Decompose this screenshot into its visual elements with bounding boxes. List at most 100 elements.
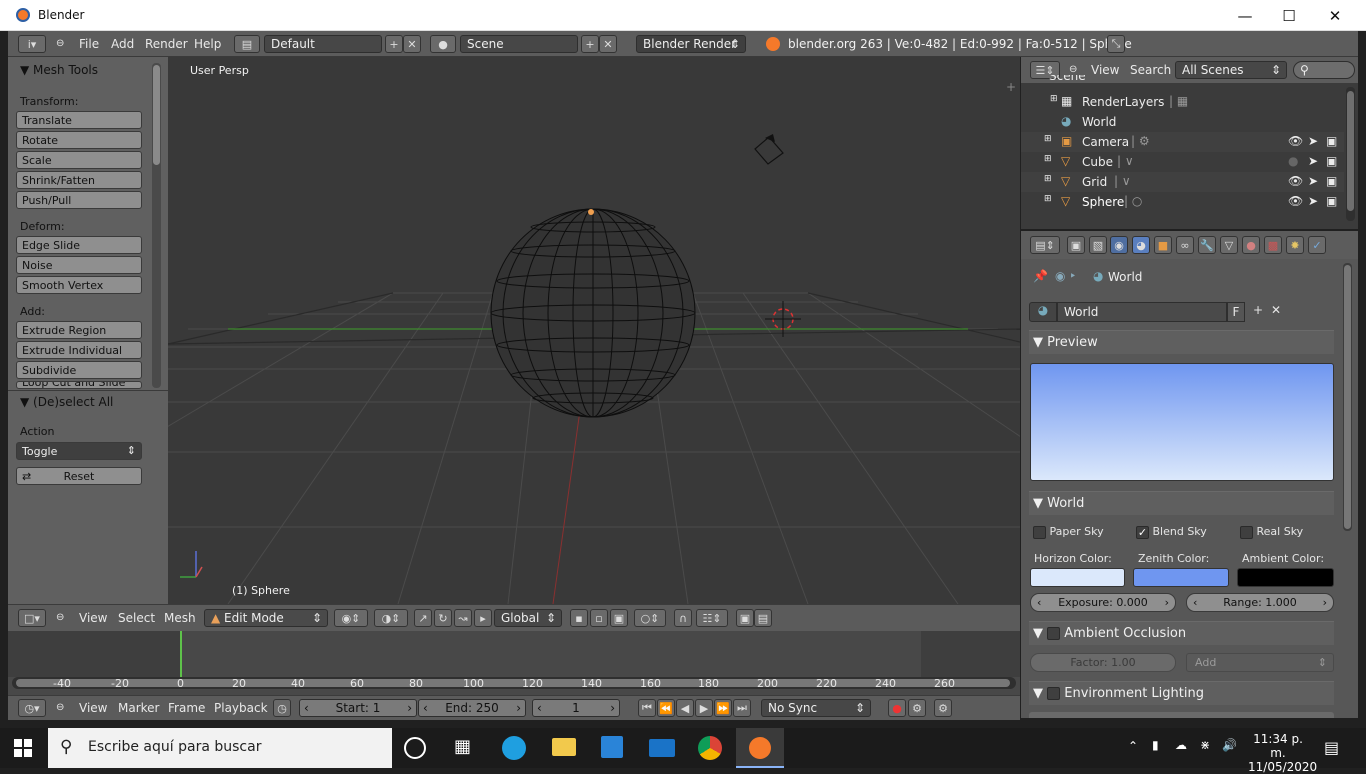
real-sky-checkbox[interactable]: Real Sky xyxy=(1240,525,1303,539)
selectable-arrow-icon[interactable]: ➤ xyxy=(1308,194,1318,208)
menu-mesh[interactable]: Mesh xyxy=(164,611,196,625)
extrude-region-button[interactable]: Extrude Region xyxy=(16,321,142,339)
tool-shelf-scrollbar[interactable] xyxy=(152,63,161,388)
vertex-select-icon[interactable]: ▪ xyxy=(570,609,588,627)
rotate-manipulator-icon[interactable]: ↻ xyxy=(434,609,452,627)
snap-element-icon[interactable]: ☷⇕ xyxy=(696,609,728,627)
file-explorer-icon[interactable] xyxy=(552,738,576,756)
menu-view[interactable]: View xyxy=(79,701,107,715)
preview-range-icon[interactable]: ◷ xyxy=(273,699,291,717)
scene-root-row[interactable]: Scene xyxy=(1021,75,1344,85)
selectable-arrow-icon[interactable]: ➤ xyxy=(1308,154,1318,168)
viewport-corner-plus-icon[interactable]: + xyxy=(1006,80,1016,94)
end-frame-field[interactable]: ‹ End: 250 › xyxy=(418,699,526,717)
world-tab-icon[interactable]: ◕ xyxy=(1132,236,1150,254)
ao-panel-header[interactable]: ▼ Ambient Occlusion xyxy=(1029,621,1334,645)
menu-marker[interactable]: Marker xyxy=(118,701,159,715)
properties-scrollbar[interactable] xyxy=(1343,263,1352,531)
selectable-arrow-icon[interactable]: ➤ xyxy=(1308,174,1318,188)
translate-button[interactable]: Translate xyxy=(16,111,142,129)
render-anim-icon[interactable]: ▤ xyxy=(754,609,772,627)
renderable-camera-icon[interactable]: ▣ xyxy=(1326,154,1337,168)
outliner-row-sphere[interactable]: ⊞ ▽ Sphere | ○ 👁 ➤ ▣ xyxy=(1021,192,1344,212)
auto-key-icon[interactable]: ⚙ xyxy=(934,699,952,717)
ao-blend-select[interactable]: Add ⇕ xyxy=(1186,653,1334,672)
remove-scene-icon[interactable]: ✕ xyxy=(599,35,617,53)
screen-layout-icon[interactable]: ▤ xyxy=(234,35,260,53)
chrome-icon[interactable] xyxy=(698,736,722,760)
expand-icon[interactable]: ⊞ xyxy=(1044,194,1052,204)
face-select-icon[interactable]: ▣ xyxy=(610,609,628,627)
world-name-field[interactable]: World xyxy=(1057,302,1227,322)
screen-layout-field[interactable]: Default xyxy=(264,35,382,53)
exposure-slider[interactable]: ‹ Exposure: 0.000 › xyxy=(1030,593,1176,612)
expand-icon[interactable]: ⊞ xyxy=(1050,94,1058,104)
scene-icon[interactable]: ● xyxy=(430,35,456,53)
outliner-row-renderlayers[interactable]: ⊞ ▦ RenderLayers | ▦ xyxy=(1021,92,1344,112)
timeline[interactable]: -40 -20 0 20 40 60 80 100 120 140 160 18… xyxy=(8,631,1020,695)
edge-icon[interactable] xyxy=(502,736,526,760)
push-pull-button[interactable]: Push/Pull xyxy=(16,191,142,209)
edge-slide-button[interactable]: Edge Slide xyxy=(16,236,142,254)
renderable-camera-icon[interactable]: ▣ xyxy=(1326,194,1337,208)
start-frame-field[interactable]: ‹ Start: 1 › xyxy=(299,699,417,717)
fullscreen-icon[interactable]: ⤡ xyxy=(1107,35,1125,53)
visibility-eye-icon[interactable]: 👁 xyxy=(1288,134,1303,148)
add-scene-icon[interactable]: + xyxy=(581,35,599,53)
menu-select[interactable]: Select xyxy=(118,611,155,625)
proportional-edit-icon[interactable]: ○⇕ xyxy=(634,609,666,627)
editor-type-info-icon[interactable]: i▾ xyxy=(18,35,46,53)
rotate-button[interactable]: Rotate xyxy=(16,131,142,149)
render-still-icon[interactable]: ▣ xyxy=(736,609,754,627)
onedrive-cloud-icon[interactable]: ☁ xyxy=(1175,738,1187,752)
collapse-menu-icon[interactable]: ⊖ xyxy=(56,612,64,623)
visibility-eye-icon[interactable]: 👁 xyxy=(1288,194,1303,208)
editor-type-properties-icon[interactable]: ▤⇕ xyxy=(1030,236,1060,254)
ao-enable-checkbox[interactable] xyxy=(1047,627,1061,640)
preview-panel-header[interactable]: ▼ Preview xyxy=(1029,330,1334,354)
jump-keyframe-forward-icon[interactable]: ⏩ xyxy=(714,699,732,717)
menu-playback[interactable]: Playback xyxy=(214,701,268,715)
menu-add[interactable]: Add xyxy=(111,37,134,51)
menu-render[interactable]: Render xyxy=(145,37,188,51)
renderable-camera-icon[interactable]: ▣ xyxy=(1326,174,1337,188)
manipulator-toggle-icon[interactable]: ▸ xyxy=(474,609,492,627)
record-icon[interactable]: ● xyxy=(888,699,906,717)
expand-icon[interactable]: ⊞ xyxy=(1044,174,1052,184)
scale-manipulator-icon[interactable]: ↝ xyxy=(454,609,472,627)
render-layers-tab-icon[interactable]: ▧ xyxy=(1089,236,1107,254)
physics-tab-icon[interactable]: ✓ xyxy=(1308,236,1326,254)
collapse-menu-icon[interactable]: ⊖ xyxy=(56,38,64,49)
keying-set-icon[interactable]: ⚙ xyxy=(908,699,926,717)
store-icon[interactable] xyxy=(601,736,623,758)
orientation-select[interactable]: Global ⇕ xyxy=(494,609,562,627)
shrink-fatten-button[interactable]: Shrink/Fatten xyxy=(16,171,142,189)
add-layout-icon[interactable]: + xyxy=(385,35,403,53)
editor-type-timeline-icon[interactable]: ◷▾ xyxy=(18,699,46,717)
object-tab-icon[interactable]: ■ xyxy=(1154,236,1172,254)
editor-type-3dview-icon[interactable]: □▾ xyxy=(18,609,46,627)
menu-view[interactable]: View xyxy=(79,611,107,625)
outliner-row-cube[interactable]: ⊞ ▽ Cube | ∨ ● ➤ ▣ xyxy=(1021,152,1344,172)
wifi-icon[interactable]: ⋇ xyxy=(1200,738,1210,752)
camera-object[interactable] xyxy=(754,134,784,165)
collapse-menu-icon[interactable]: ⊖ xyxy=(1069,64,1077,75)
render-engine-select[interactable]: Blender Render ⇕ xyxy=(636,35,746,53)
ambient-color-swatch[interactable] xyxy=(1237,568,1334,587)
constraints-tab-icon[interactable]: ∞ xyxy=(1176,236,1194,254)
expand-icon[interactable]: ⊞ xyxy=(1044,154,1052,164)
jump-start-icon[interactable]: ⏮ xyxy=(638,699,656,717)
viewport-shading-icon[interactable]: ◉⇕ xyxy=(334,609,368,627)
action-select[interactable]: Toggle ⇕ xyxy=(16,442,142,460)
visibility-eye-icon[interactable]: ● xyxy=(1288,154,1298,168)
cortana-icon[interactable] xyxy=(404,737,426,759)
env-lighting-panel-header[interactable]: ▼ Environment Lighting xyxy=(1029,681,1334,705)
notifications-icon[interactable]: ▤ xyxy=(1324,738,1339,757)
mail-icon[interactable] xyxy=(649,739,675,757)
outliner-scrollbar[interactable] xyxy=(1346,87,1355,221)
close-button[interactable]: ✕ xyxy=(1312,0,1358,31)
expand-icon[interactable]: ⊞ xyxy=(1044,134,1052,144)
mode-select[interactable]: ▲ Edit Mode ⇕ xyxy=(204,609,328,627)
outliner-row-camera[interactable]: ⊞ ▣ Camera | ⚙ 👁 ➤ ▣ xyxy=(1021,132,1344,152)
renderable-camera-icon[interactable]: ▣ xyxy=(1326,134,1337,148)
